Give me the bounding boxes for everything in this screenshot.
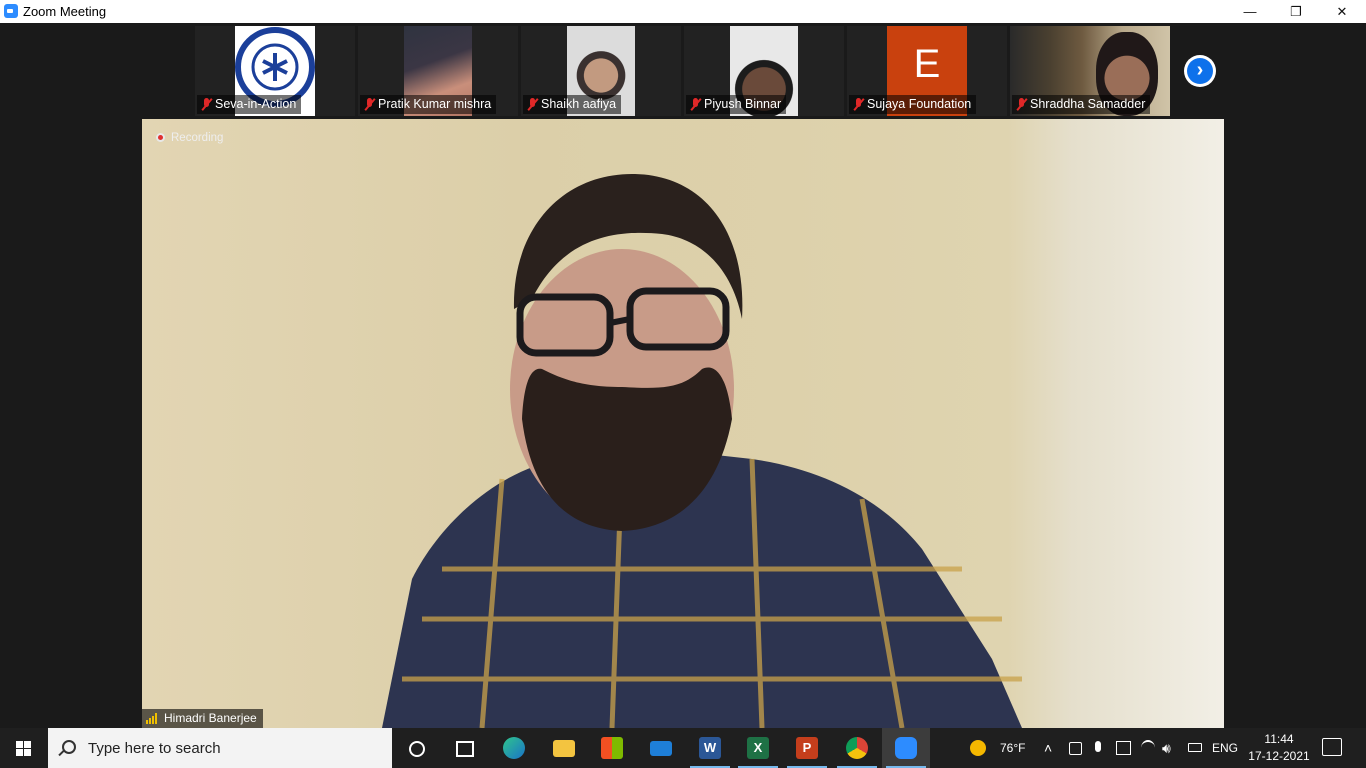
weather-icon xyxy=(970,740,986,756)
battery-icon[interactable] xyxy=(1188,743,1202,752)
active-speaker-video: Recording Himadri Banerjee xyxy=(142,119,1224,728)
search-placeholder: Type here to search xyxy=(88,740,221,757)
mail-button[interactable] xyxy=(637,728,685,768)
meet-now-icon[interactable] xyxy=(1116,741,1131,755)
participant-name-label: Shaikh aafiya xyxy=(523,95,622,114)
webcam-icon[interactable] xyxy=(1069,742,1082,755)
participant-gallery-strip: Seva-in-Action Pratik Kumar mishra Shaik… xyxy=(0,23,1366,119)
muted-mic-icon xyxy=(364,98,376,111)
microsoft-store-icon xyxy=(601,737,623,759)
recording-dot-icon xyxy=(156,133,165,142)
taskbar-search-box[interactable]: Type here to search xyxy=(48,728,392,768)
chrome-button[interactable] xyxy=(833,728,881,768)
clock-time: 11:44 xyxy=(1264,732,1294,746)
participant-tile[interactable]: E Sujaya Foundation xyxy=(847,26,1007,116)
weather-temperature[interactable]: 76°F xyxy=(1000,728,1025,768)
minimize-button[interactable]: — xyxy=(1227,0,1273,23)
network-icon[interactable] xyxy=(1141,740,1155,756)
participant-name-label: Seva-in-Action xyxy=(197,95,302,114)
word-icon: W xyxy=(699,737,721,759)
search-icon xyxy=(62,740,76,754)
participant-tile[interactable]: Shraddha Samadder xyxy=(1010,26,1170,116)
notification-center-icon[interactable] xyxy=(1322,738,1342,756)
excel-icon: X xyxy=(747,737,769,759)
powerpoint-button[interactable]: P xyxy=(783,728,831,768)
window-title: Zoom Meeting xyxy=(23,4,107,19)
word-button[interactable]: W xyxy=(686,728,734,768)
microphone-icon[interactable] xyxy=(1095,741,1101,752)
participant-name-label: Pratik Kumar mishra xyxy=(360,95,497,114)
muted-mic-icon xyxy=(1016,98,1028,111)
system-clock[interactable]: 11:44 17-12-2021 xyxy=(1244,731,1314,765)
participant-tile[interactable]: Piyush Binnar xyxy=(684,26,844,116)
file-explorer-icon xyxy=(553,740,575,757)
volume-icon[interactable]: 🔊︎ xyxy=(1162,728,1171,768)
muted-mic-icon xyxy=(690,98,702,111)
avatar-letter: E xyxy=(913,42,941,86)
zoom-button[interactable] xyxy=(882,728,930,768)
muted-mic-icon xyxy=(853,98,865,111)
cortana-button[interactable] xyxy=(392,728,440,768)
participant-tile[interactable]: Shaikh aafiya xyxy=(521,26,681,116)
chevron-up-icon[interactable]: ˄ xyxy=(1044,728,1052,768)
participant-name-label: Sujaya Foundation xyxy=(849,95,977,114)
recording-indicator: Recording xyxy=(156,132,223,144)
muted-mic-icon xyxy=(201,98,213,111)
edge-button[interactable] xyxy=(490,728,538,768)
muted-mic-icon xyxy=(527,98,539,111)
participant-name-label: Shraddha Samadder xyxy=(1012,95,1151,114)
participant-tile[interactable]: Seva-in-Action xyxy=(195,26,355,116)
title-bar: Zoom Meeting — ❐ ✕ xyxy=(0,0,1366,23)
task-view-button[interactable] xyxy=(440,728,488,768)
file-explorer-button[interactable] xyxy=(540,728,588,768)
powerpoint-icon: P xyxy=(796,737,818,759)
windows-taskbar: Type here to search W X P 76°F ˄ 🔊︎ ENG … xyxy=(0,728,1366,768)
zoom-icon xyxy=(895,737,917,759)
task-view-icon xyxy=(456,741,474,757)
chevron-right-icon: › xyxy=(1187,58,1213,84)
speaker-video-frame xyxy=(382,174,1022,728)
restore-button[interactable]: ❐ xyxy=(1273,0,1319,23)
next-page-button[interactable]: › xyxy=(1184,55,1216,87)
edge-icon xyxy=(503,737,525,759)
close-button[interactable]: ✕ xyxy=(1319,0,1365,23)
mail-icon xyxy=(650,741,672,756)
start-button[interactable] xyxy=(0,728,48,768)
participant-name-label: Piyush Binnar xyxy=(686,95,787,114)
language-indicator[interactable]: ENG xyxy=(1212,728,1238,768)
microsoft-store-button[interactable] xyxy=(588,728,636,768)
zoom-app-icon xyxy=(4,4,18,18)
windows-logo-icon xyxy=(16,741,32,756)
speaker-name-label: Himadri Banerjee xyxy=(142,709,263,728)
connection-signal-icon xyxy=(146,713,160,724)
chrome-icon xyxy=(846,737,868,759)
excel-button[interactable]: X xyxy=(734,728,782,768)
cortana-icon xyxy=(409,741,425,757)
clock-date: 17-12-2021 xyxy=(1248,749,1310,763)
participant-tile[interactable]: Pratik Kumar mishra xyxy=(358,26,518,116)
